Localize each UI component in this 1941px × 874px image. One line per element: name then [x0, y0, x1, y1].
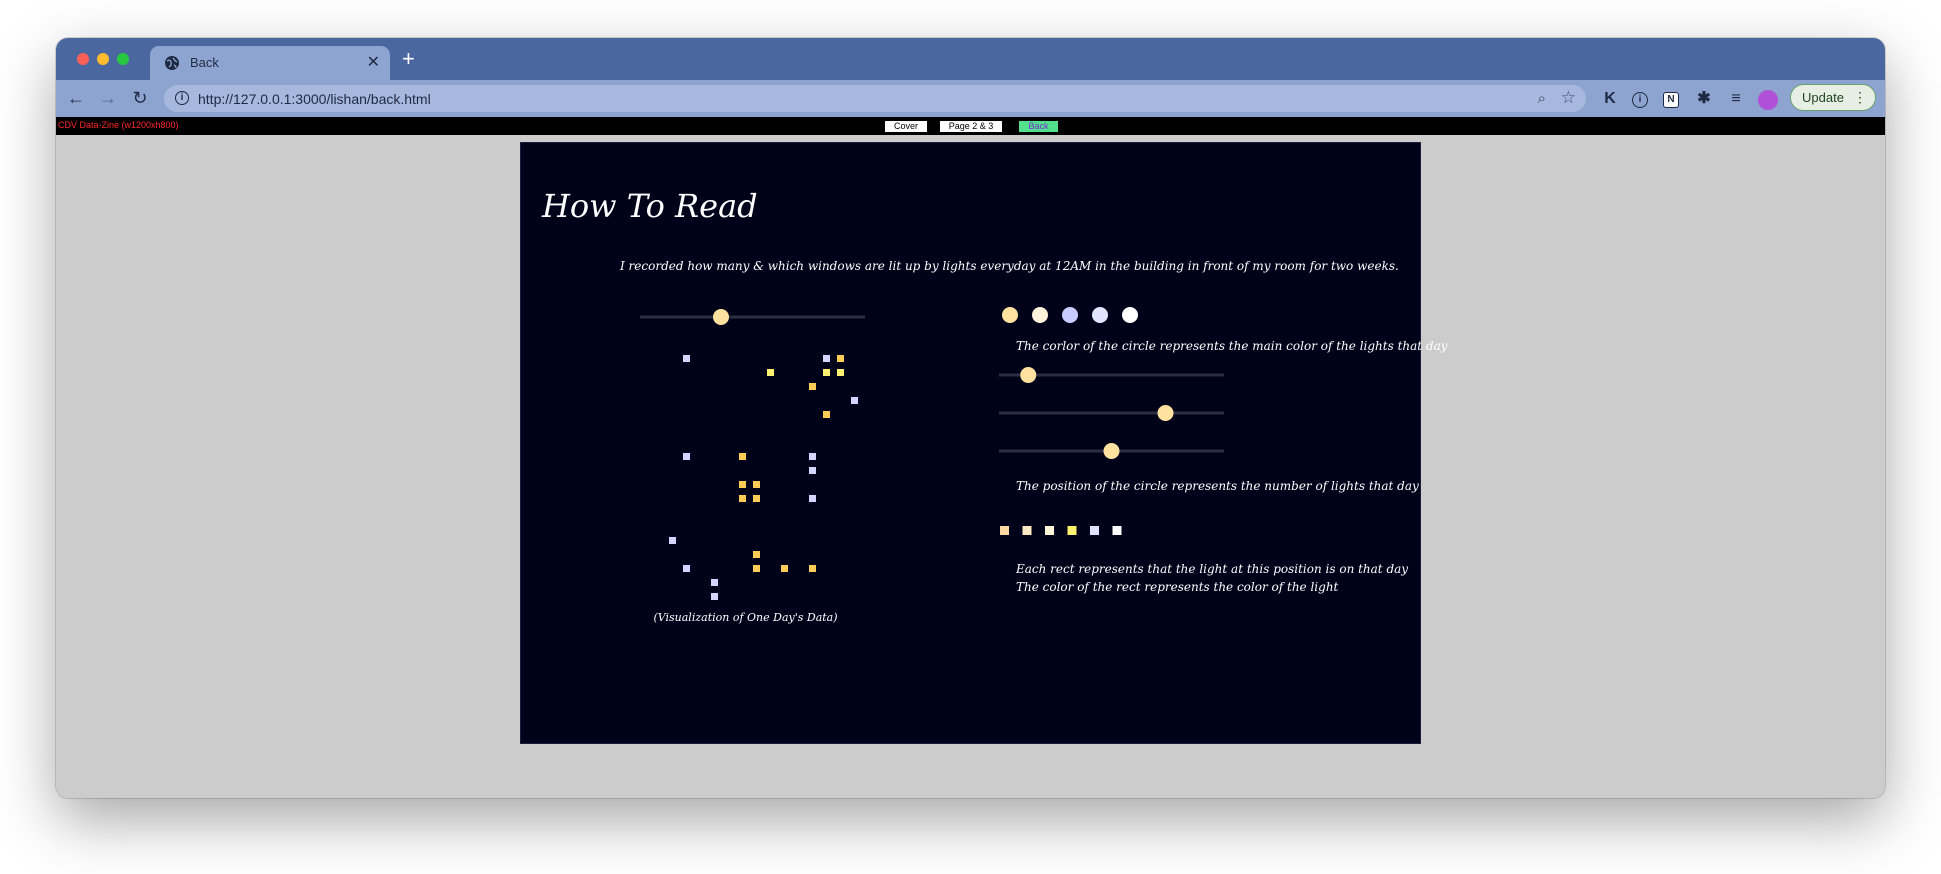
- lit-window-rect: [683, 355, 690, 362]
- lit-window-rect: [739, 481, 746, 488]
- zine-nav-bar: CDV Data-Zine (w1200xh800) Cover Page 2 …: [56, 117, 1885, 135]
- back-arrow-icon[interactable]: ←: [66, 88, 86, 108]
- lit-window-rect: [837, 369, 844, 376]
- lit-window-rect: [823, 369, 830, 376]
- lit-window-rect: [711, 579, 718, 586]
- extensions-puzzle-icon[interactable]: ✱: [1694, 89, 1714, 109]
- lit-window-rect: [809, 495, 816, 502]
- minimize-window-button[interactable]: [97, 53, 109, 65]
- legend-slider-thumb: [1103, 443, 1120, 459]
- lit-window-rect: [809, 565, 816, 572]
- more-menu-icon[interactable]: ⋮: [1853, 85, 1867, 110]
- address-bar[interactable]: i http://127.0.0.1:3000/lishan/back.html…: [164, 85, 1586, 112]
- tab-bar: Back ✕ +: [56, 38, 1885, 80]
- lit-window-rect: [739, 495, 746, 502]
- lit-window-rect: [753, 481, 760, 488]
- legend-rect-text-1: Each rect represents that the light at t…: [1016, 562, 1409, 576]
- media-queue-icon[interactable]: ≡: [1726, 89, 1746, 109]
- legend-color-rect: [1045, 526, 1054, 535]
- lit-window-rect: [823, 411, 830, 418]
- browser-toolbar: ← → ↻ i http://127.0.0.1:3000/lishan/bac…: [56, 80, 1885, 117]
- lit-window-rect: [781, 565, 788, 572]
- new-tab-button[interactable]: +: [402, 46, 415, 72]
- close-window-button[interactable]: [77, 53, 89, 65]
- lit-window-rect: [683, 453, 690, 460]
- position-sliders: [999, 367, 1224, 459]
- pages-button[interactable]: Page 2 & 3: [940, 121, 1002, 132]
- lit-window-rect: [837, 355, 844, 362]
- legend-color-circle: [1062, 307, 1078, 323]
- legend-color-rect: [1000, 526, 1009, 535]
- page-content: CDV Data-Zine (w1200xh800) Cover Page 2 …: [56, 117, 1885, 798]
- lit-window-rect: [767, 369, 774, 376]
- back-page-button[interactable]: Back: [1019, 121, 1058, 132]
- lit-window-rect: [711, 593, 718, 600]
- cover-button[interactable]: Cover: [885, 121, 927, 132]
- color-circles: [1002, 307, 1138, 323]
- lit-window-rect: [851, 397, 858, 404]
- legend-slider-thumb: [1157, 405, 1174, 421]
- tab-title: Back: [190, 55, 219, 70]
- bookmark-star-icon[interactable]: ☆: [1561, 88, 1576, 108]
- close-tab-icon[interactable]: ✕: [367, 52, 380, 72]
- legend-color-rect: [1067, 526, 1077, 535]
- zine-page: How To Read I recorded how many & which …: [520, 142, 1448, 744]
- globe-icon: [165, 56, 179, 70]
- tab-back[interactable]: Back ✕: [150, 46, 390, 80]
- legend-color-text: The corlor of the circle represents the …: [1016, 339, 1448, 353]
- lit-window-rect: [739, 453, 746, 460]
- one-day-visualization: [640, 309, 865, 600]
- viz-slider-thumb[interactable]: [713, 309, 729, 325]
- legend-color-rect: [1022, 526, 1032, 535]
- legend-color-circle: [1002, 307, 1018, 323]
- lit-window-rect: [809, 467, 816, 474]
- extension-k-icon[interactable]: K: [1600, 89, 1620, 109]
- lit-window-rect: [753, 551, 760, 558]
- lit-window-rect: [753, 565, 760, 572]
- legend-slider-thumb: [1020, 367, 1037, 383]
- zoom-icon[interactable]: ⌕: [1538, 90, 1546, 107]
- notion-icon[interactable]: N: [1663, 92, 1679, 108]
- legend-color-circle: [1092, 307, 1108, 323]
- legend-color-circle: [1122, 307, 1138, 323]
- site-info-icon[interactable]: i: [175, 91, 189, 105]
- legend-color-rect: [1112, 526, 1122, 535]
- reload-icon[interactable]: ↻: [130, 88, 150, 108]
- profile-avatar[interactable]: [1758, 90, 1778, 110]
- legend-color-rect: [1090, 526, 1099, 535]
- color-rects: [1000, 526, 1122, 535]
- legend-position-text: The position of the circle represents th…: [1016, 479, 1419, 493]
- lit-window-rect: [683, 565, 690, 572]
- update-button-label: Update: [1802, 90, 1844, 105]
- viz-caption: (Visualization of One Day's Data): [653, 611, 838, 624]
- forward-arrow-icon[interactable]: →: [98, 88, 118, 108]
- lit-window-rect: [669, 537, 676, 544]
- legend-rect-text-2: The color of the rect represents the col…: [1016, 580, 1339, 594]
- lit-window-rect: [753, 495, 760, 502]
- legend-color-circle: [1032, 307, 1048, 323]
- url-text[interactable]: http://127.0.0.1:3000/lishan/back.html: [198, 91, 431, 107]
- lit-window-rect: [809, 453, 816, 460]
- extension-info-icon[interactable]: i: [1632, 92, 1648, 108]
- browser-window: Back ✕ + ← → ↻ i http://127.0.0.1:3000/l…: [56, 38, 1885, 798]
- lit-window-rect: [823, 355, 830, 362]
- lit-window-rect: [809, 383, 816, 390]
- update-button[interactable]: Update ⋮: [1790, 84, 1876, 111]
- window-grid: [669, 355, 858, 600]
- zine-tag: CDV Data-Zine (w1200xh800): [58, 120, 179, 130]
- maximize-window-button[interactable]: [117, 53, 129, 65]
